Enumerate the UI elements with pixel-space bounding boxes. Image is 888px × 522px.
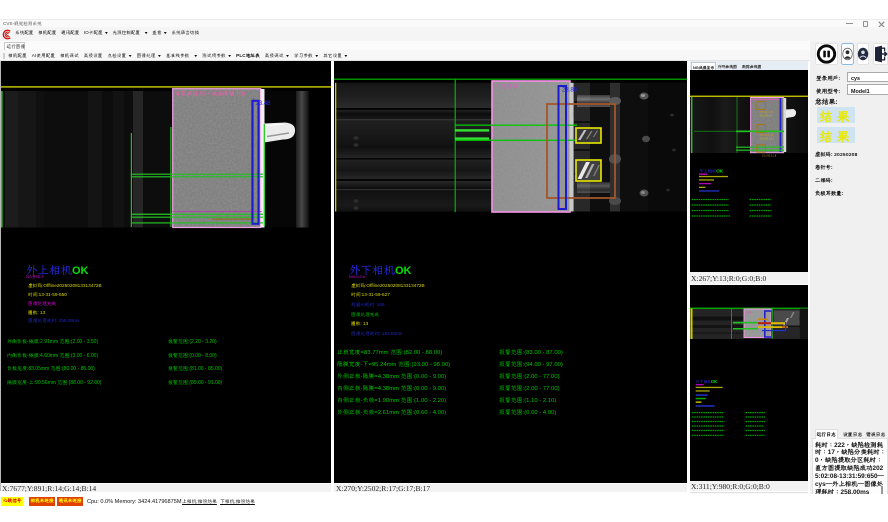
svg-text:23.2 95.2:1: 23.2 95.2:1 (760, 114, 773, 118)
svg-text:AI框: AI框 (746, 311, 752, 315)
svg-text:23.88: 23.88 (562, 88, 578, 94)
svg-text:23.2 95.2:1.8: 23.2 95.2:1.8 (762, 154, 777, 158)
svg-text:23.48: 23.48 (256, 101, 272, 107)
svg-text:AI检测框: AI检测框 (495, 82, 519, 90)
svg-text:寻距阈值:93，动态阈值:100: 寻距阈值:93，动态阈值:100 (174, 90, 245, 98)
svg-text:23.2 95.2:1.1: 23.2 95.2:1.1 (760, 137, 775, 141)
